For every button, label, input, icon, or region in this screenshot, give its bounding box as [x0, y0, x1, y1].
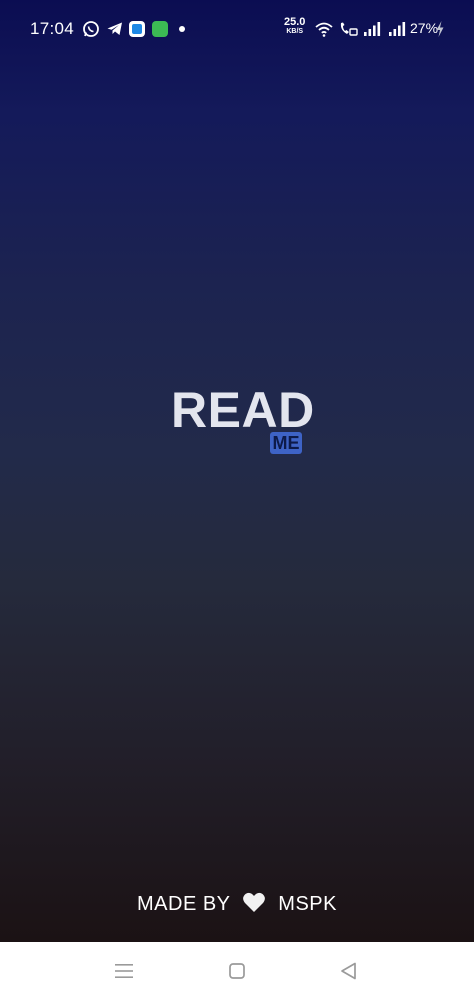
- status-time: 17:04: [30, 19, 75, 38]
- signal-icon: [389, 22, 406, 36]
- heart-icon: [243, 892, 266, 912]
- back-icon[interactable]: [339, 961, 359, 981]
- wifi-icon: [315, 22, 333, 37]
- menu-icon[interactable]: [114, 961, 134, 981]
- signal-icon: [364, 22, 381, 36]
- notification-dot: [179, 26, 185, 32]
- app-icon: [152, 21, 168, 37]
- navigation-bar: [0, 942, 474, 1000]
- app-logo-badge: ME: [270, 432, 302, 454]
- whatsapp-icon: [83, 21, 99, 37]
- network-speed: 25.0 KB/S: [284, 16, 306, 36]
- volte-icon: [340, 22, 358, 36]
- app-icon: [129, 21, 145, 37]
- credit-made-by: MADE BY: [137, 893, 231, 915]
- credit-author: MSPK: [278, 893, 337, 915]
- credit-line: MADE BY MSPK: [0, 891, 474, 916]
- network-speed-unit: KB/S: [286, 28, 304, 35]
- splash-screen: 17:04 25.0 KB/S 27% READ ME MADE BY MSPK: [0, 0, 474, 942]
- home-icon[interactable]: [227, 961, 247, 981]
- battery-percentage: 27%: [410, 20, 439, 36]
- status-bar: 17:04 25.0 KB/S 27%: [0, 0, 474, 58]
- app-logo-title: READ: [171, 382, 315, 438]
- telegram-icon: [107, 22, 122, 35]
- charging-icon: [436, 21, 444, 37]
- network-speed-value: 25.0: [284, 16, 306, 28]
